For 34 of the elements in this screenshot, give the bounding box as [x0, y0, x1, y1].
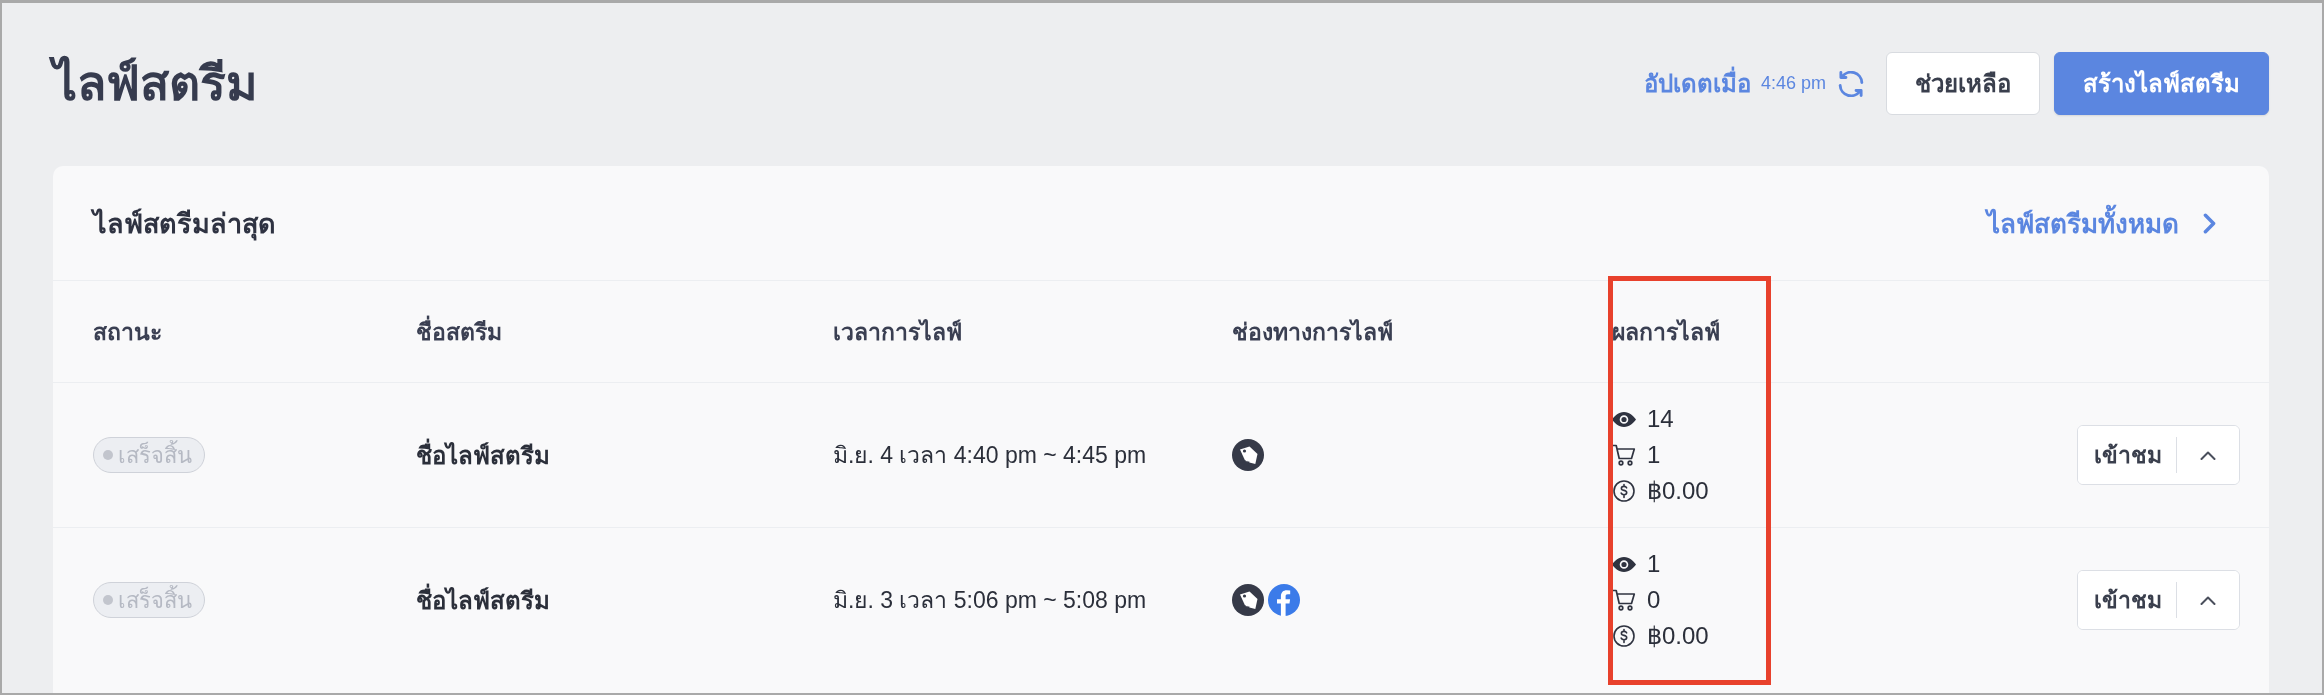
caret-up-icon — [2200, 450, 2216, 460]
status-dot-icon — [103, 450, 113, 460]
eye-icon — [1612, 411, 1636, 427]
updated-time: 4:46 pm — [1760, 73, 1826, 94]
caret-up-icon — [2200, 595, 2216, 605]
cart-icon — [1612, 589, 1636, 611]
stream-name: ชื่อไลฟ์สตรีม — [416, 435, 550, 475]
coin-icon — [1613, 480, 1635, 502]
eye-icon — [1612, 556, 1636, 572]
status-dot-icon — [103, 595, 113, 605]
order-count: 0 — [1647, 586, 1661, 614]
column-header: ชื่อสตรีม — [416, 313, 502, 350]
sales-amount: ฿0.00 — [1647, 622, 1709, 650]
column-header: เวลาการไลฟ์ — [833, 317, 962, 347]
tag-icon — [1232, 584, 1264, 616]
column-header: สถานะ — [93, 317, 162, 347]
column-header: ผลการไลฟ์ — [1612, 317, 1720, 347]
tag-icon — [1232, 439, 1264, 471]
sales-amount: ฿0.00 — [1647, 477, 1709, 505]
stream-name: ชื่อไลฟ์สตรีม — [416, 580, 550, 620]
live-time: มิ.ย. 4 เวลา 4:40 pm ~ 4:45 pm — [833, 441, 1147, 470]
refresh-icon[interactable] — [1838, 70, 1864, 97]
updated-label: อัปเดตเมื่อ — [1643, 64, 1751, 103]
coin-icon — [1613, 625, 1635, 647]
order-count: 1 — [1647, 441, 1661, 469]
live-time: มิ.ย. 3 เวลา 5:06 pm ~ 5:08 pm — [833, 586, 1147, 615]
view-count: 14 — [1647, 405, 1674, 433]
create-stream-button[interactable]: สร้างไลฟ์สตรีม — [2054, 52, 2269, 115]
column-header: ช่องทางการไลฟ์ — [1232, 317, 1393, 347]
view-count: 1 — [1647, 550, 1661, 578]
facebook-icon — [1268, 584, 1300, 616]
help-button[interactable]: ช่วยเหลือ — [1886, 52, 2040, 115]
cart-icon — [1612, 444, 1636, 466]
chevron-right-icon — [2203, 212, 2216, 234]
